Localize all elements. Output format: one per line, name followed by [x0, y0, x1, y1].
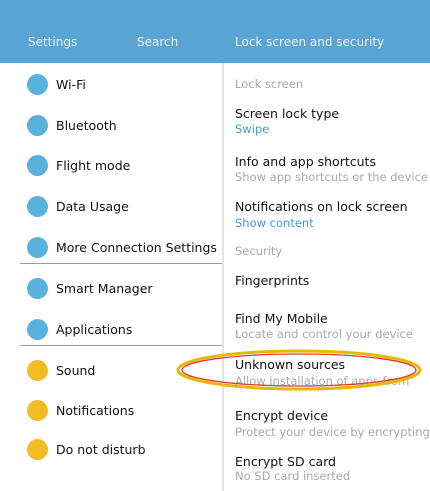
sidebar-item-label: Data Usage — [56, 199, 129, 214]
notifications-lock-screen-title[interactable]: Notifications on lock screen — [235, 199, 408, 214]
find-my-mobile-title[interactable]: Find My Mobile — [235, 311, 328, 326]
notifications-lock-screen-value: Show content — [235, 216, 314, 230]
notifications-icon — [27, 400, 48, 421]
fingerprints-title[interactable]: Fingerprints — [235, 273, 309, 288]
sidebar-item-data-usage[interactable]: Data Usage — [0, 190, 222, 226]
sidebar-item-label: More Connection Settings — [56, 240, 217, 255]
sidebar-item-smart-manager[interactable]: Smart Manager — [0, 272, 222, 308]
find-my-mobile-subtitle: Locate and control your device — [235, 327, 413, 341]
info-app-shortcuts-title[interactable]: Info and app shortcuts — [235, 154, 376, 169]
settings-detail-pane: Lock screen Screen lock type Swipe Info … — [224, 63, 430, 491]
more-connection-icon — [27, 237, 48, 258]
sidebar-item-label: Applications — [56, 322, 133, 337]
wifi-icon — [27, 74, 48, 95]
settings-sidebar: Wi-Fi Bluetooth Flight mode Data Usage M… — [0, 63, 222, 491]
sidebar-item-label: Flight mode — [56, 158, 131, 173]
category-lock-screen: Lock screen — [235, 77, 304, 91]
data-usage-icon — [27, 196, 48, 217]
sidebar-item-wifi[interactable]: Wi-Fi — [0, 68, 222, 104]
do-not-disturb-icon — [27, 439, 48, 460]
category-security: Security — [235, 244, 283, 258]
sidebar-item-do-not-disturb[interactable]: Do not disturb — [0, 433, 222, 469]
sidebar-item-flight-mode[interactable]: Flight mode — [0, 149, 222, 185]
top-bar: Settings Search Lock screen and security — [0, 0, 430, 63]
encrypt-device-title[interactable]: Encrypt device — [235, 408, 328, 423]
highlight-ellipse — [176, 349, 422, 391]
sound-icon — [27, 360, 48, 381]
encrypt-sd-card-subtitle: No SD card inserted — [235, 469, 351, 483]
sidebar-item-label: Do not disturb — [56, 442, 146, 457]
page-title: Lock screen and security — [235, 35, 385, 49]
sidebar-item-label: Smart Manager — [56, 281, 153, 296]
settings-tab[interactable]: Settings — [28, 35, 77, 49]
info-app-shortcuts-subtitle: Show app shortcuts or the device — [235, 170, 429, 184]
sidebar-item-label: Notifications — [56, 403, 135, 418]
bluetooth-icon — [27, 115, 48, 136]
sidebar-divider — [20, 263, 222, 264]
encrypt-sd-card-title[interactable]: Encrypt SD card — [235, 454, 336, 469]
sidebar-item-label: Wi-Fi — [56, 77, 86, 92]
screen-lock-type-value: Swipe — [235, 122, 270, 136]
sidebar-item-applications[interactable]: Applications — [0, 313, 222, 349]
sidebar-item-more-connection[interactable]: More Connection Settings — [0, 231, 222, 267]
sidebar-item-notifications[interactable]: Notifications — [0, 394, 222, 430]
sidebar-item-label: Bluetooth — [56, 118, 117, 133]
encrypt-device-subtitle: Protect your device by encrypting — [235, 425, 430, 439]
flight-mode-icon — [27, 155, 48, 176]
sidebar-item-bluetooth[interactable]: Bluetooth — [0, 109, 222, 145]
applications-icon — [27, 319, 48, 340]
screen-lock-type-title[interactable]: Screen lock type — [235, 106, 339, 121]
search-button[interactable]: Search — [137, 35, 178, 49]
sidebar-item-label: Sound — [56, 363, 96, 378]
sidebar-divider — [20, 345, 222, 346]
smart-manager-icon — [27, 278, 48, 299]
